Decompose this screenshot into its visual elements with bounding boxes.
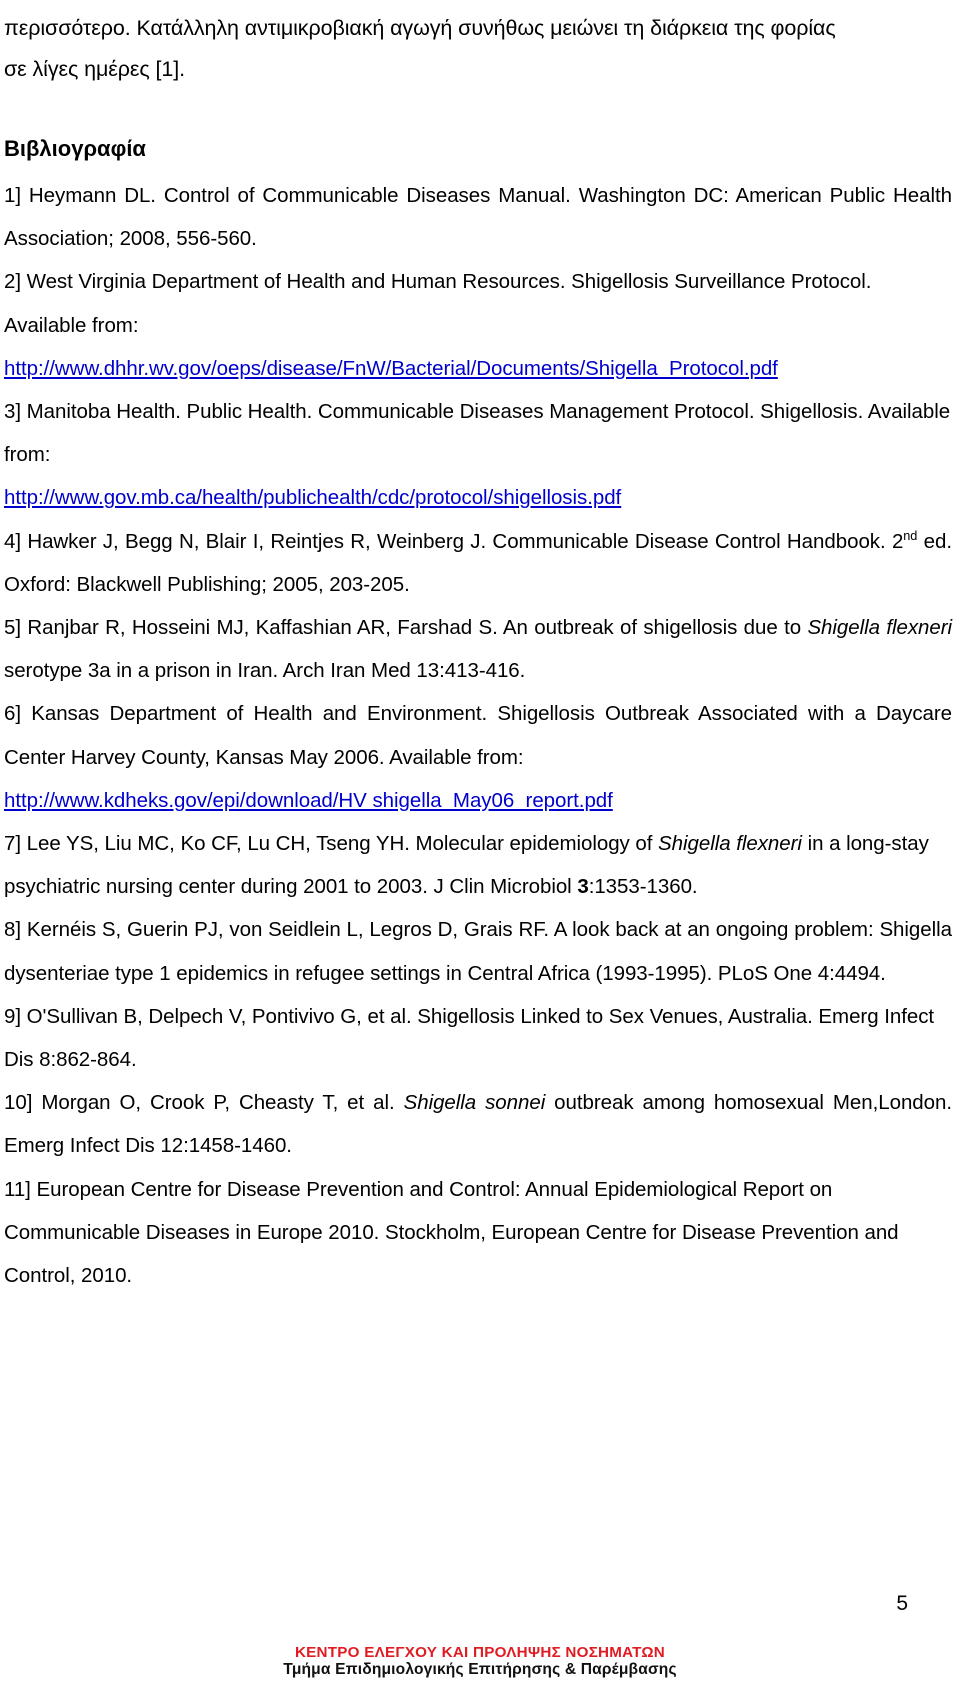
available-from-label: Available from:: [4, 313, 139, 337]
reference-url-link[interactable]: http://www.gov.mb.ca/health/publichealth…: [4, 486, 621, 509]
reference-item-11: 11] European Centre for Disease Preventi…: [4, 1168, 952, 1298]
ordinal-suffix: nd: [903, 527, 918, 543]
reference-text: Lee YS, Liu MC, Ko CF, Lu CH, Tseng YH. …: [26, 832, 659, 856]
reference-item-4: 4] Hawker J, Begg N, Blair I, Reintjes R…: [4, 520, 952, 606]
species-name: Shigella sonnei: [403, 1091, 546, 1115]
reference-item-8: 8] Kernéis S, Guerin PJ, von Seidlein L,…: [4, 908, 952, 994]
reference-url-link[interactable]: http://www.dhhr.wv.gov/oeps/disease/FnW/…: [4, 357, 778, 380]
volume-number: 3: [577, 875, 589, 899]
reference-marker: 9]: [4, 1004, 21, 1028]
reference-text: Kernéis S, Guerin PJ, von Seidlein L, Le…: [4, 918, 952, 985]
reference-text: O'Sullivan B, Delpech V, Pontivivo G, et…: [4, 1004, 935, 1072]
intro-paragraph: περισσότερο. Κατάλληλη αντιμικροβιακή αγ…: [4, 0, 952, 90]
reference-marker: 2]: [4, 270, 21, 294]
footer-organization: ΚΕΝΤΡΟ ΕΛΕΓΧΟΥ ΚΑΙ ΠΡΟΛΗΨΗΣ ΝΟΣΗΜΑΤΩΝ: [294, 1644, 666, 1661]
reference-text: Kansas Department of Health and Environm…: [4, 702, 952, 769]
species-name: Shigella flexneri: [658, 832, 802, 856]
reference-item-10: 10] Morgan O, Crook P, Cheasty T, et al.…: [4, 1081, 952, 1167]
document-page: περισσότερο. Κατάλληλη αντιμικροβιακή αγ…: [0, 0, 960, 1694]
reference-text: European Centre for Disease Prevention a…: [4, 1177, 899, 1288]
page-number: 5: [896, 1592, 908, 1615]
reference-text-end: :1353-1360.: [588, 875, 698, 899]
reference-text: Ranjbar R, Hosseini MJ, Kaffashian AR, F…: [27, 616, 808, 640]
reference-item-5: 5] Ranjbar R, Hosseini MJ, Kaffashian AR…: [4, 606, 952, 692]
bibliography-heading: Βιβλιογραφία: [4, 136, 146, 161]
reference-text: Morgan O, Crook P, Cheasty T, et al.: [41, 1091, 404, 1115]
reference-marker: 3]: [4, 400, 21, 424]
intro-line-1: περισσότερο. Κατάλληλη αντιμικροβιακή αγ…: [4, 16, 836, 40]
reference-item-7: 7] Lee YS, Liu MC, Ko CF, Lu CH, Tseng Y…: [4, 822, 952, 908]
reference-marker: 7]: [4, 832, 21, 856]
species-name: Shigella flexneri: [807, 616, 953, 640]
reference-text: Heymann DL. Control of Communicable Dise…: [4, 184, 952, 251]
reference-text: West Virginia Department of Health and H…: [26, 270, 872, 294]
footer-department: Τμήμα Επιδημιολογικής Επιτήρησης & Παρέμ…: [283, 1661, 677, 1679]
reference-marker: 5]: [4, 616, 21, 640]
reference-marker: 8]: [4, 918, 21, 942]
reference-url-link[interactable]: http://www.kdheks.gov/epi/download/HV sh…: [4, 789, 613, 812]
reference-text: Manitoba Health. Public Health. Communic…: [4, 400, 951, 467]
reference-item-6: 6] Kansas Department of Health and Envir…: [4, 692, 952, 822]
reference-marker: 4]: [4, 529, 21, 553]
reference-marker: 11]: [4, 1177, 31, 1201]
reference-marker: 6]: [4, 702, 21, 726]
reference-text-cont: serotype 3a in a prison in Iran. Arch Ir…: [4, 659, 526, 683]
reference-item-9: 9] O'Sullivan B, Delpech V, Pontivivo G,…: [4, 995, 952, 1081]
reference-item-3: 3] Manitoba Health. Public Health. Commu…: [4, 390, 952, 520]
reference-marker: 10]: [4, 1091, 33, 1115]
reference-item-2: 2] West Virginia Department of Health an…: [4, 260, 952, 390]
page-footer: ΚΕΝΤΡΟ ΕΛΕΓΧΟΥ ΚΑΙ ΠΡΟΛΗΨΗΣ ΝΟΣΗΜΑΤΩΝ Τμ…: [0, 1644, 960, 1679]
reference-list: 1] Heymann DL. Control of Communicable D…: [4, 174, 952, 1297]
reference-item-1: 1] Heymann DL. Control of Communicable D…: [4, 174, 952, 260]
reference-text: Hawker J, Begg N, Blair I, Reintjes R, W…: [27, 529, 904, 553]
reference-marker: 1]: [4, 184, 21, 207]
intro-line-2: σε λίγες ημέρες [1].: [4, 57, 185, 81]
